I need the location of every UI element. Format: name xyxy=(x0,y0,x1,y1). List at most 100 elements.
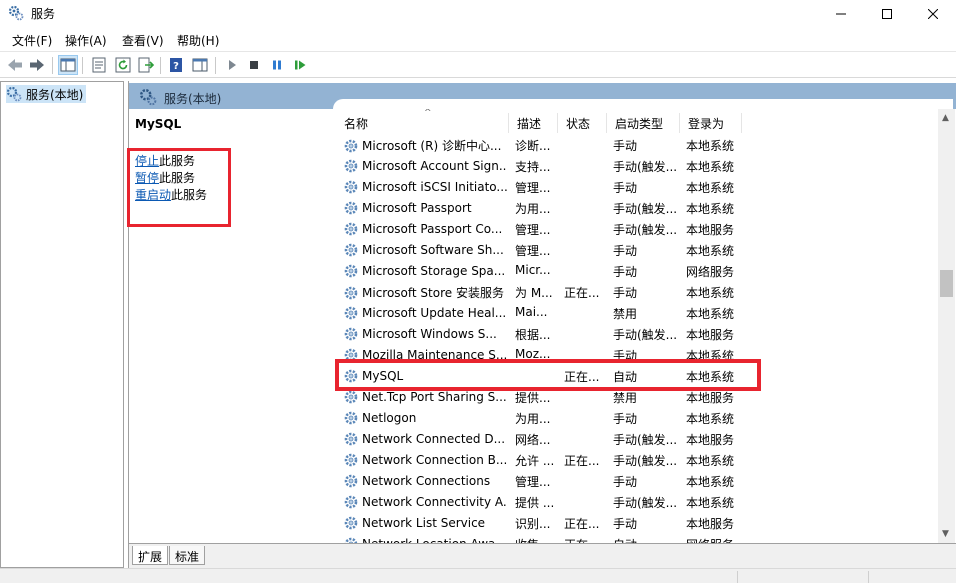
menu-action[interactable]: 操作(A) xyxy=(65,32,107,49)
vertical-scrollbar[interactable]: ▲ ▼ xyxy=(938,109,955,543)
service-description: 收集... xyxy=(515,536,557,543)
service-status: 正在... xyxy=(564,536,606,543)
service-description: Micr... xyxy=(515,263,551,277)
service-gear-icon xyxy=(344,432,358,446)
forward-arrow-icon[interactable] xyxy=(28,56,46,74)
table-row[interactable]: Microsoft Update Heal... Mai... 禁用 本地系统 xyxy=(334,302,938,323)
column-header-description[interactable]: 描述 xyxy=(509,113,558,133)
close-button[interactable] xyxy=(910,0,956,27)
column-header-log-on-as[interactable]: 登录为 xyxy=(680,113,742,133)
service-name-cell: Network Connectivity A... xyxy=(343,494,507,510)
status-separator xyxy=(868,571,869,583)
service-log-on-as: 本地系统 xyxy=(686,475,735,489)
table-row[interactable]: Microsoft Software Sh... 管理... 手动 本地系统 xyxy=(334,239,938,260)
show-hide-console-tree-icon[interactable] xyxy=(58,55,78,75)
toolbar-separator xyxy=(160,57,161,74)
column-header-status[interactable]: 状态 xyxy=(558,113,607,133)
maximize-button[interactable] xyxy=(864,0,910,27)
start-service-icon[interactable] xyxy=(223,56,241,74)
table-row[interactable]: Microsoft (R) 诊断中心... 诊断... 手动 本地系统 xyxy=(334,134,938,155)
table-row[interactable]: Microsoft Passport 为用... 手动(触发... 本地系统 xyxy=(334,197,938,218)
service-log-on-as: 本地服务 xyxy=(686,391,735,405)
service-description: 诊断... xyxy=(515,139,551,153)
restart-service-icon[interactable] xyxy=(291,56,309,74)
service-status: 正在... xyxy=(564,286,600,300)
table-row[interactable]: Microsoft Account Sign... 支持... 手动(触发... 本地… xyxy=(334,155,938,176)
service-description: 管理... xyxy=(515,223,551,237)
table-row[interactable]: Microsoft Windows S... 根据... 手动(触发... 本地服务 xyxy=(334,323,938,344)
tree-item-services-local[interactable]: 服务(本地) xyxy=(6,85,87,103)
action-pane-icon[interactable] xyxy=(191,56,209,74)
tab-standard[interactable]: 标准 xyxy=(169,546,206,565)
export-list-icon[interactable] xyxy=(137,56,155,74)
scroll-down-icon[interactable]: ▼ xyxy=(942,529,949,539)
service-name-cell: Network List Service xyxy=(343,515,507,531)
service-name-cell: Microsoft Store 安装服务 xyxy=(343,284,507,301)
table-row[interactable]: Microsoft iSCSI Initiato... 管理... 手动 本地系统 xyxy=(334,176,938,197)
column-header-name[interactable]: ^ 名称 xyxy=(336,109,509,133)
service-gear-icon xyxy=(344,222,358,236)
service-name-cell: Microsoft Software Sh... xyxy=(343,242,507,258)
table-row[interactable]: Network List Service 识别... 正在... 手动 本地服务 xyxy=(334,512,938,533)
service-log-on-as: 网络服务 xyxy=(686,265,735,279)
back-arrow-icon[interactable] xyxy=(6,56,24,74)
service-log-on-as: 本地服务 xyxy=(686,433,735,447)
properties-icon[interactable] xyxy=(90,56,108,74)
service-name: Microsoft Windows S... xyxy=(362,327,497,341)
table-row[interactable]: Netlogon 为用... 手动 本地系统 xyxy=(334,407,938,428)
service-name: Microsoft Passport Co... xyxy=(362,222,503,236)
table-row[interactable]: Network Connectivity A... 提供 ... 手动(触发... 本… xyxy=(334,491,938,512)
table-row[interactable]: Network Location Awa... 收集... 正在... 自动网络服务 xyxy=(334,533,938,543)
service-name-cell: Microsoft Update Heal... xyxy=(343,305,507,321)
minimize-button[interactable] xyxy=(818,0,864,27)
service-name-cell: Network Location Awa... xyxy=(343,536,507,543)
table-row[interactable]: Microsoft Storage Spa... Micr... 手动 网络服务 xyxy=(334,260,938,281)
close-icon xyxy=(928,8,938,19)
sort-ascending-icon: ^ xyxy=(424,109,432,118)
service-gear-icon xyxy=(344,243,358,257)
table-row[interactable]: Network Connected D... 网络... 手动(触发... 本地服务 xyxy=(334,428,938,449)
status-separator xyxy=(737,571,738,583)
service-description: 为 M... xyxy=(515,286,553,300)
column-header-startup-type[interactable]: 启动类型 xyxy=(607,113,680,133)
service-log-on-as: 本地系统 xyxy=(686,160,735,174)
menu-help[interactable]: 帮助(H) xyxy=(177,32,219,49)
service-name: Network Connected D... xyxy=(362,432,506,446)
service-name: Microsoft Passport xyxy=(362,201,472,215)
service-name-cell: Net.Tcp Port Sharing S... xyxy=(343,389,507,405)
stop-service-icon[interactable] xyxy=(245,56,263,74)
service-name-cell: Microsoft Account Sign... xyxy=(343,158,507,174)
table-row[interactable]: Network Connection B... 允许 ... 正在... 手动(触发.… xyxy=(334,449,938,470)
service-gear-icon xyxy=(344,264,358,278)
selected-service-name: MySQL xyxy=(135,117,182,131)
status-bar xyxy=(0,568,956,583)
service-description: Mai... xyxy=(515,305,548,319)
service-gear-icon xyxy=(344,306,358,320)
service-name-cell: Netlogon xyxy=(343,410,507,426)
service-name: Microsoft Software Sh... xyxy=(362,243,504,257)
table-row[interactable]: Microsoft Store 安装服务为 M... 正在... 手动 本地系统 xyxy=(334,281,938,302)
menu-view[interactable]: 查看(V) xyxy=(122,32,164,49)
scrollbar-thumb[interactable] xyxy=(940,270,953,297)
tab-extended[interactable]: 扩展 xyxy=(132,546,169,565)
service-log-on-as: 本地系统 xyxy=(686,454,735,468)
service-name: Network Connection B... xyxy=(362,453,507,467)
highlight-box-actions xyxy=(127,148,231,227)
console-tree: 服务(本地) xyxy=(0,81,124,568)
help-icon[interactable]: ? xyxy=(167,56,185,74)
service-startup-type: 手动 xyxy=(613,475,638,489)
service-gear-icon xyxy=(344,139,358,152)
service-description: 根据... xyxy=(515,328,551,342)
table-row[interactable]: Microsoft Passport Co... 管理... 手动(触发... 本地服… xyxy=(334,218,938,239)
service-startup-type: 手动(触发... xyxy=(613,433,678,447)
refresh-icon[interactable] xyxy=(114,56,132,74)
service-name-cell: Network Connected D... xyxy=(343,431,507,447)
pause-service-icon[interactable] xyxy=(268,56,286,74)
scroll-up-icon[interactable]: ▲ xyxy=(942,113,949,123)
service-startup-type: 手动(触发... xyxy=(613,454,678,468)
service-startup-type: 手动 xyxy=(613,244,638,258)
menu-file[interactable]: 文件(F) xyxy=(12,32,52,49)
table-row[interactable]: Network Connections 管理... 手动 本地系统 xyxy=(334,470,938,491)
service-name: Microsoft Update Heal... xyxy=(362,306,507,320)
service-startup-type: 手动 xyxy=(613,517,638,531)
